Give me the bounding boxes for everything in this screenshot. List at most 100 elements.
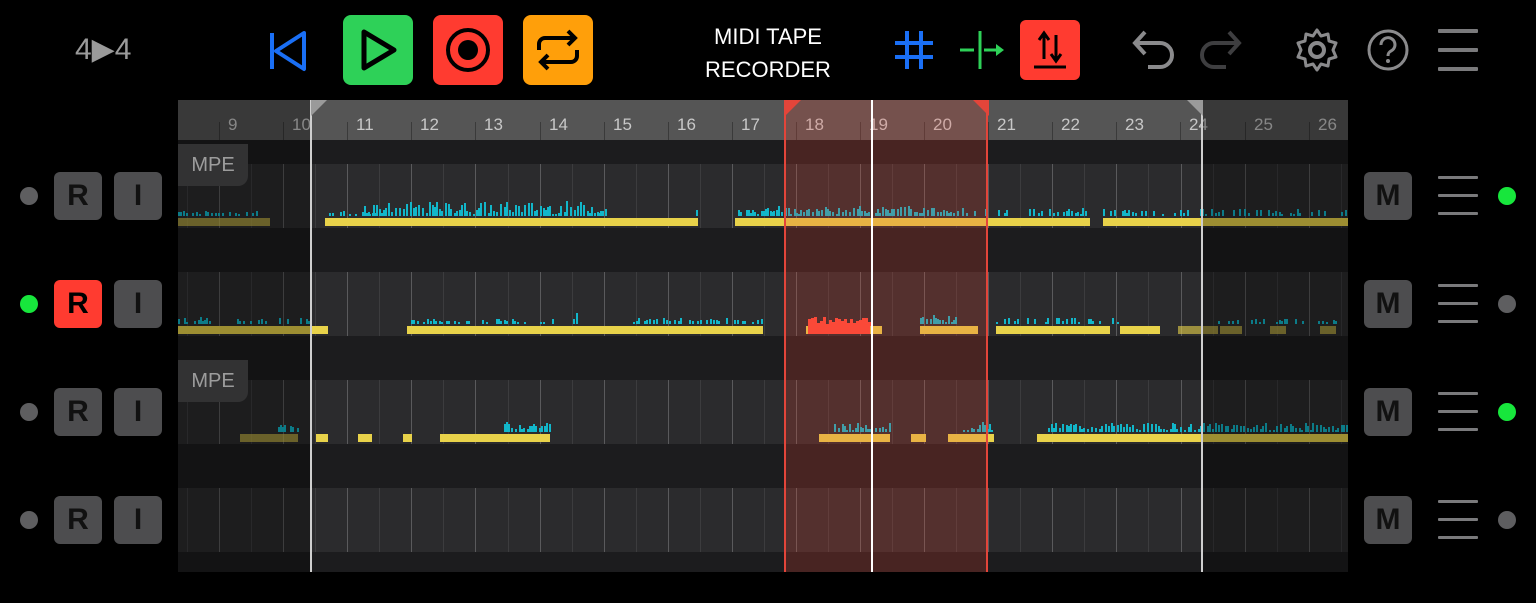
cc-event <box>1059 428 1061 432</box>
beat-grid-line <box>1020 380 1021 444</box>
lane-clip-area <box>178 272 1348 336</box>
play-button[interactable] <box>343 15 413 85</box>
playhead[interactable] <box>871 100 873 572</box>
cc-event <box>500 204 502 216</box>
cc-event <box>541 426 543 432</box>
cc-event <box>555 214 557 216</box>
note-clip[interactable] <box>403 434 412 442</box>
cc-event <box>521 212 523 216</box>
timeline[interactable]: 9 10 11 12 13 14 15 16 17 18 19 20 21 22 23 24 25 26 MPE M… <box>178 100 1348 572</box>
cc-event <box>1077 212 1079 216</box>
cc-event <box>366 213 368 216</box>
loop-selection[interactable] <box>784 100 988 572</box>
cc-event <box>653 320 655 324</box>
cc-event <box>466 211 468 216</box>
cc-event <box>1180 210 1182 216</box>
split-button[interactable] <box>957 25 1007 75</box>
bar-grid-line <box>732 380 733 444</box>
loop-end-handle[interactable] <box>973 100 989 116</box>
bar-grid-line <box>1116 272 1117 336</box>
redo-button[interactable] <box>1194 25 1248 75</box>
cc-event <box>436 202 438 216</box>
ruler-bar-label: 12 <box>420 115 439 134</box>
cc-event <box>1117 322 1119 324</box>
track-menu-button[interactable] <box>1438 392 1478 432</box>
mute-button[interactable]: M <box>1364 496 1412 544</box>
input-monitor-button[interactable]: I <box>114 388 162 436</box>
cc-event <box>734 320 736 324</box>
beat-grid-line <box>700 380 701 444</box>
note-clip[interactable] <box>440 434 550 442</box>
cc-event <box>605 209 607 216</box>
mute-button[interactable]: M <box>1364 172 1412 220</box>
cc-event <box>1053 213 1055 216</box>
cc-event <box>435 321 437 324</box>
post-roll-dim <box>1202 100 1348 572</box>
note-clip[interactable] <box>1120 326 1160 334</box>
cc-event <box>754 212 756 216</box>
track-menu-button[interactable] <box>1438 284 1478 324</box>
track-lane-3[interactable]: MPE <box>178 360 1348 464</box>
note-clip[interactable] <box>358 434 372 442</box>
input-monitor-button[interactable]: I <box>114 172 162 220</box>
grid-snap-button[interactable] <box>889 25 939 75</box>
bar-grid-line <box>988 272 989 336</box>
loop-start-handle[interactable] <box>785 100 801 116</box>
track-menu-button[interactable] <box>1438 176 1478 216</box>
cc-event <box>369 214 371 216</box>
track-lane-1[interactable]: MPE <box>178 144 1348 248</box>
cc-event <box>996 322 998 324</box>
track-menu-button[interactable] <box>1438 500 1478 540</box>
region-end-handle[interactable] <box>1187 100 1203 116</box>
input-monitor-button[interactable]: I <box>114 280 162 328</box>
cc-event <box>674 320 676 324</box>
beat-grid-line <box>764 380 765 444</box>
region-start-marker[interactable] <box>310 100 312 572</box>
loop-button[interactable] <box>523 15 593 85</box>
note-clip[interactable] <box>407 326 763 334</box>
help-button[interactable] <box>1364 26 1412 74</box>
main-menu-button[interactable] <box>1438 29 1478 71</box>
cc-event <box>1132 425 1134 432</box>
cc-event <box>461 205 463 216</box>
cc-event <box>1180 427 1182 432</box>
region-start-handle[interactable] <box>311 100 327 116</box>
record-arm-button[interactable]: R <box>54 280 102 328</box>
undo-button[interactable] <box>1126 25 1180 75</box>
beat-grid-line <box>636 380 637 444</box>
cc-event <box>1006 210 1008 216</box>
bar-grid-line <box>540 488 541 552</box>
cc-event <box>1174 213 1176 216</box>
quantize-button[interactable] <box>1020 20 1080 80</box>
ruler-tick <box>732 122 733 140</box>
beat-grid-line <box>443 488 444 552</box>
track-lane-4[interactable] <box>178 468 1348 572</box>
note-clip[interactable] <box>325 218 698 226</box>
note-clip[interactable] <box>316 434 328 442</box>
cc-event <box>415 207 417 216</box>
timeline-ruler[interactable]: 9 10 11 12 13 14 15 16 17 18 19 20 21 22 23 24 25 26 <box>178 100 1348 140</box>
cc-event <box>757 214 759 216</box>
cc-event <box>473 214 475 216</box>
record-button[interactable] <box>433 15 503 85</box>
ruler-bar-label: 21 <box>997 115 1016 134</box>
cc-event <box>1092 321 1094 324</box>
mute-button[interactable]: M <box>1364 280 1412 328</box>
time-signature[interactable]: 4▶4 <box>75 32 131 67</box>
settings-button[interactable] <box>1292 25 1342 75</box>
input-monitor-button[interactable]: I <box>114 496 162 544</box>
cc-event <box>761 319 763 324</box>
cc-event <box>1166 430 1168 432</box>
note-clip[interactable] <box>996 326 1110 334</box>
loop-icon <box>537 29 579 71</box>
mute-button[interactable]: M <box>1364 388 1412 436</box>
cc-event <box>1058 318 1060 324</box>
region-end-marker[interactable] <box>1201 100 1203 572</box>
track-active-indicator <box>20 295 38 313</box>
record-arm-button[interactable]: R <box>54 496 102 544</box>
rewind-button[interactable] <box>262 26 312 76</box>
track-lane-2[interactable] <box>178 252 1348 356</box>
cc-event <box>770 211 772 216</box>
record-arm-button[interactable]: R <box>54 388 102 436</box>
record-arm-button[interactable]: R <box>54 172 102 220</box>
